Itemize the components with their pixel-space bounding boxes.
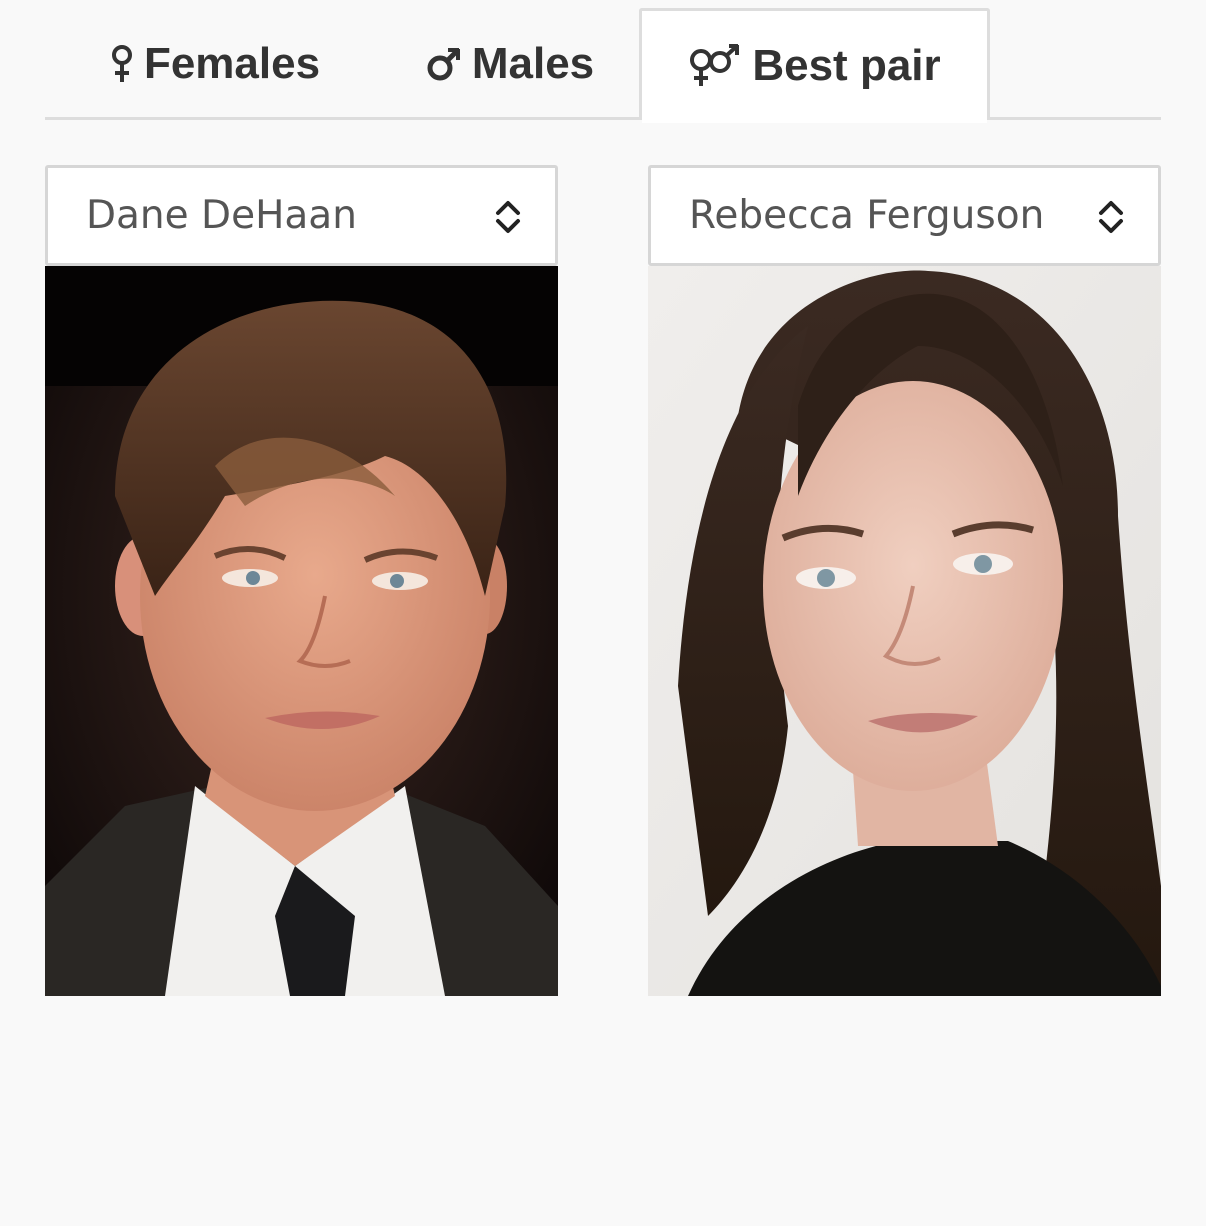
left-column: Dane DeHaan (45, 165, 558, 996)
right-person-selected-value: Rebecca Ferguson (689, 193, 1045, 238)
male-portrait-photo (45, 266, 558, 996)
select-arrows-icon (1099, 201, 1123, 233)
female-portrait-photo (648, 266, 1161, 996)
select-arrows-icon (496, 201, 520, 233)
tab-best-pair-label: Best pair (752, 40, 941, 90)
pair-symbol-icon (688, 43, 742, 88)
tab-males[interactable]: Males (380, 8, 640, 120)
tab-males-label: Males (471, 39, 595, 88)
right-column: Rebecca Ferguson (648, 165, 1161, 996)
male-symbol-icon (426, 46, 462, 82)
tab-females[interactable]: Females (65, 8, 365, 120)
right-person-select[interactable]: Rebecca Ferguson (648, 165, 1161, 266)
page: Females Males Best pair Dane DeHaan Rebe… (0, 0, 1206, 1226)
tab-females-label: Females (143, 39, 321, 88)
female-symbol-icon (110, 44, 134, 84)
left-person-selected-value: Dane DeHaan (86, 193, 357, 238)
tab-best-pair[interactable]: Best pair (639, 8, 990, 123)
left-person-select[interactable]: Dane DeHaan (45, 165, 558, 266)
tab-bar: Females Males Best pair (45, 8, 1161, 123)
